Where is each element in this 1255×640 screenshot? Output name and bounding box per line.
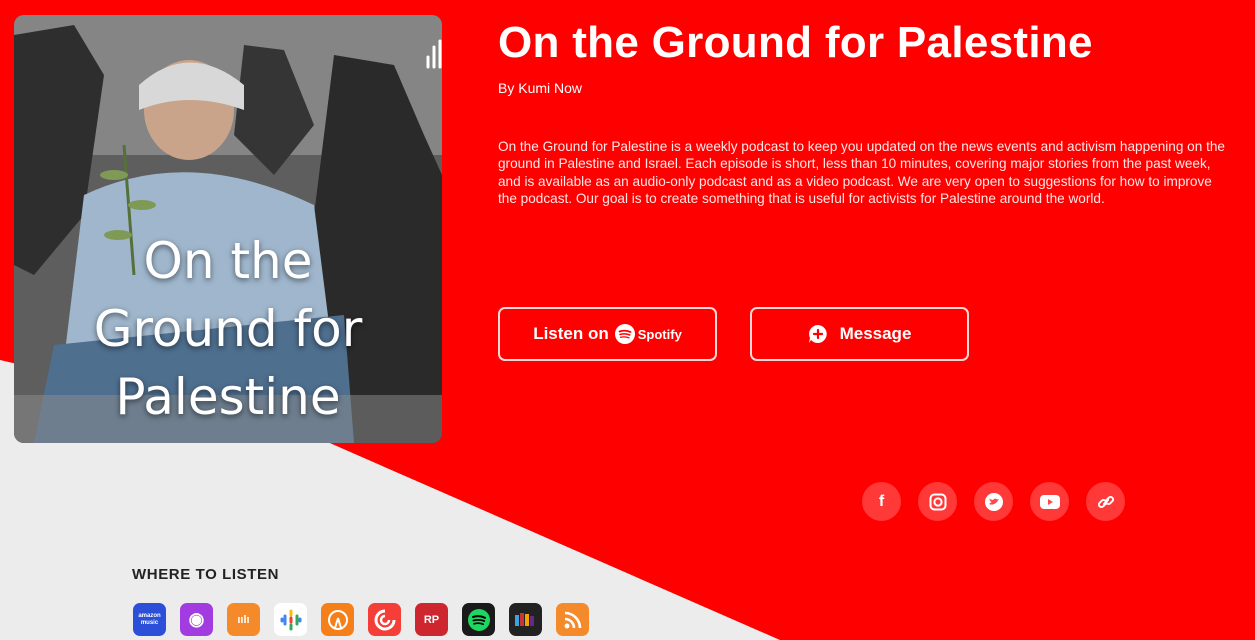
google-podcasts-icon[interactable] [274, 603, 307, 636]
where-to-listen-heading: WHERE TO LISTEN [132, 566, 280, 583]
cover-title-line: On the [143, 232, 313, 290]
spotify-icon [614, 324, 635, 344]
message-plus-icon [808, 324, 828, 344]
listen-on-label: Listen on [533, 324, 609, 343]
apple-podcasts-icon[interactable]: ◉ [180, 603, 213, 636]
overcast-icon[interactable] [321, 603, 354, 636]
social-links: f [862, 482, 1125, 521]
spotify-app-icon[interactable] [462, 603, 495, 636]
castbox-icon[interactable]: ıılı [227, 603, 260, 636]
cover-title-line: Palestine [115, 368, 341, 426]
radiopublic-icon[interactable]: RP [415, 603, 448, 636]
podcast-description: On the Ground for Palestine is a weekly … [498, 139, 1225, 207]
cover-title: On the Ground for Palestine [14, 227, 442, 431]
stitcher-icon[interactable] [509, 603, 542, 636]
podcast-page: On the Ground for Palestine On the Groun… [0, 0, 1255, 640]
facebook-icon[interactable]: f [862, 482, 901, 521]
pocket-casts-icon[interactable] [368, 603, 401, 636]
youtube-icon[interactable] [1030, 482, 1069, 521]
twitter-icon[interactable] [974, 482, 1013, 521]
listen-on-spotify-button[interactable]: Listen on Spotify [498, 307, 717, 361]
podcast-cover-art: On the Ground for Palestine [14, 15, 442, 443]
rss-icon[interactable] [556, 603, 589, 636]
cover-title-line: Ground for [93, 300, 363, 358]
spotify-label: Spotify [637, 326, 682, 342]
message-label: Message [839, 324, 912, 343]
instagram-icon[interactable] [918, 482, 957, 521]
link-icon[interactable] [1086, 482, 1125, 521]
listening-platforms: amazon music ◉ ıılı RP [133, 603, 589, 636]
message-button[interactable]: Message [750, 307, 969, 361]
podcast-author: By Kumi Now [498, 80, 583, 96]
amazon-music-icon[interactable]: amazon music [133, 603, 166, 636]
podcast-title: On the Ground for Palestine [498, 18, 1093, 67]
